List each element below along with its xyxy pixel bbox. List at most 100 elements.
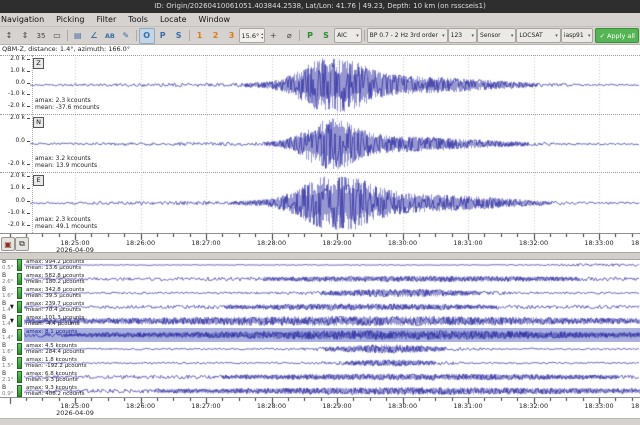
menu-item-window[interactable]: Window (193, 15, 237, 24)
overview-trace-row[interactable] (0, 356, 640, 370)
window-length-button[interactable]: 35 (33, 28, 49, 44)
pick-s-button[interactable]: S (171, 28, 187, 44)
bottom-axis-tick-label: 18:33:00 (584, 402, 613, 410)
components-dropdown[interactable]: 123▾ (448, 28, 477, 43)
menu-item-filter[interactable]: Filter (90, 15, 122, 24)
chevron-down-icon: ▾ (354, 33, 359, 39)
amplitude-tick (27, 225, 30, 226)
fit-window-icon: ⧉ (19, 239, 25, 249)
marker-tool-button[interactable]: ▣ (1, 237, 15, 251)
overview-trace-row[interactable] (0, 314, 640, 328)
spin-steppers[interactable]: ▴▾ (261, 32, 263, 40)
toolbar-separator (189, 30, 190, 41)
menu-item-locate[interactable]: Locate (154, 15, 193, 24)
amplitude-tick-label: 0.0 (0, 79, 25, 86)
uncertainty-3-button[interactable]: 3 (223, 28, 239, 44)
component-box-n: N (33, 117, 44, 128)
bottom-axis-partial-tick-label: 18:3 (631, 402, 640, 410)
amplitude-tick-label: -1.0 k (0, 90, 25, 97)
amplitude-tick-label: -2.0 k (0, 102, 25, 109)
locator-value: LOCSAT (519, 32, 542, 39)
amplitude-tick (27, 106, 30, 107)
green-p-icon: P (307, 31, 313, 40)
overview-trace-row[interactable] (0, 272, 640, 286)
apply-all-label: Apply all (607, 32, 635, 40)
status-strip (0, 418, 640, 425)
bottom-axis-date-label: 2026-04-09 (56, 409, 94, 417)
trace-amax-label: amax: 2.3 kcounts (35, 216, 91, 223)
auto-pick-s-button[interactable]: S (318, 28, 334, 44)
sensor-dropdown[interactable]: Sensor▾ (477, 28, 516, 43)
component-box-e: E (33, 175, 44, 186)
earth-model-value: iasp91 (564, 32, 584, 39)
earth-model-dropdown[interactable]: iasp91▾ (561, 28, 594, 43)
overview-trace-row[interactable] (0, 328, 640, 342)
top-axis-tick-label: 18:33:00 (584, 239, 613, 247)
edit-pick-button[interactable]: ✎ (118, 28, 134, 44)
rotation-spinbox[interactable]: 15.6° ▴▾ (239, 28, 265, 43)
apply-all-button[interactable]: ✓Apply all (595, 28, 638, 43)
pick-p-button[interactable]: P (155, 28, 171, 44)
uncertainty-2-button[interactable]: 2 (207, 28, 223, 44)
trace-mean-label: mean: 13.9 mcounts (35, 162, 97, 169)
digit-3-icon: 3 (229, 31, 235, 40)
amplitude-tick (27, 164, 30, 165)
bottom-axis-tick-label: 18:31:00 (453, 402, 482, 410)
menu-item-tools[interactable]: Tools (122, 15, 154, 24)
overview-trace-row[interactable] (0, 258, 640, 272)
top-axis-tick-label: 18:30:00 (388, 239, 417, 247)
amplitude-tick (27, 71, 30, 72)
overview-trace-row[interactable] (0, 384, 640, 398)
menu-item-navigation[interactable]: Navigation (0, 15, 50, 24)
trace-mean-label: mean: 49.1 mcounts (35, 223, 97, 230)
spin-down-icon: ▾ (261, 36, 263, 40)
toolbar: ↕ ⇕ 35 ▭ ▤ ∠ AB ✎ O P S 1 2 3 15.6° ▴▾ +… (0, 27, 640, 45)
overview-trace-row[interactable] (0, 370, 640, 384)
disable-button[interactable]: ⌀ (281, 28, 297, 44)
uncertainty-1-button[interactable]: 1 (191, 28, 207, 44)
chevron-down-icon: ▾ (553, 33, 558, 39)
trace-mean-label: mean: -37.6 mcounts (35, 104, 99, 111)
annotation-button[interactable]: AB (102, 28, 118, 44)
filter-dropdown[interactable]: BP 0.7 - 2 Hz 3rd order▾ (367, 28, 448, 43)
chevron-down-icon: ▾ (440, 33, 445, 39)
overview-trace-row[interactable] (0, 286, 640, 300)
fit-view-button[interactable]: ⧉ (15, 237, 29, 251)
auto-pick-p-button[interactable]: P (302, 28, 318, 44)
bottom-axis-tick-label: 18:27:00 (191, 402, 220, 410)
pick-s-icon: S (176, 31, 182, 40)
plus-icon: + (270, 31, 277, 40)
pick-other-button[interactable]: O (139, 28, 155, 44)
pick-p-icon: P (160, 31, 166, 40)
menu-item-picking[interactable]: Picking (50, 15, 90, 24)
amplitude-tick-label: 0.0 (0, 137, 25, 144)
locator-dropdown[interactable]: LOCSAT ▾ (516, 28, 560, 43)
picker-window: ID: Origin/20260410061051.403844.2538, L… (0, 0, 640, 425)
picker-algorithm-dropdown[interactable]: AIC▾ (334, 28, 362, 43)
overview-trace-row[interactable] (0, 342, 640, 356)
window-length-icon: 35 (37, 32, 46, 40)
ab-text-icon: AB (105, 32, 115, 40)
trace-amax-label: amax: 3.2 kcounts (35, 155, 91, 162)
selected-station-header: QBM-Z, distance: 1.4°, azimuth: 166.0° (2, 45, 130, 53)
offset-button[interactable]: ▭ (49, 28, 65, 44)
digit-1-icon: 1 (197, 31, 203, 40)
rotation-value: 15.6° (241, 32, 259, 40)
add-station-button[interactable]: + (265, 28, 281, 44)
check-icon: ✓ (599, 32, 604, 40)
amplitude-scale-button[interactable]: ↕ (1, 28, 17, 44)
amplitude-tick-label: 2.0 k (0, 114, 25, 121)
toolbar-separator (364, 30, 365, 41)
amplitude-tick (27, 59, 30, 60)
overview-trace-row[interactable] (0, 300, 640, 314)
picker-traces-canvas[interactable] (30, 55, 640, 234)
window-titlebar: ID: Origin/20260410061051.403844.2538, L… (0, 0, 640, 13)
amplitude-tick-label: -1.0 k (0, 209, 25, 216)
angle-button[interactable]: ∠ (86, 28, 102, 44)
bottom-axis-tick-label: 18:30:00 (388, 402, 417, 410)
top-axis-tick-label: 18:29:00 (322, 239, 351, 247)
amplitude-tick (27, 83, 30, 84)
time-scale-button[interactable]: ⇕ (17, 28, 33, 44)
ruler-button[interactable]: ▤ (70, 28, 86, 44)
toolbar-separator (136, 30, 137, 41)
